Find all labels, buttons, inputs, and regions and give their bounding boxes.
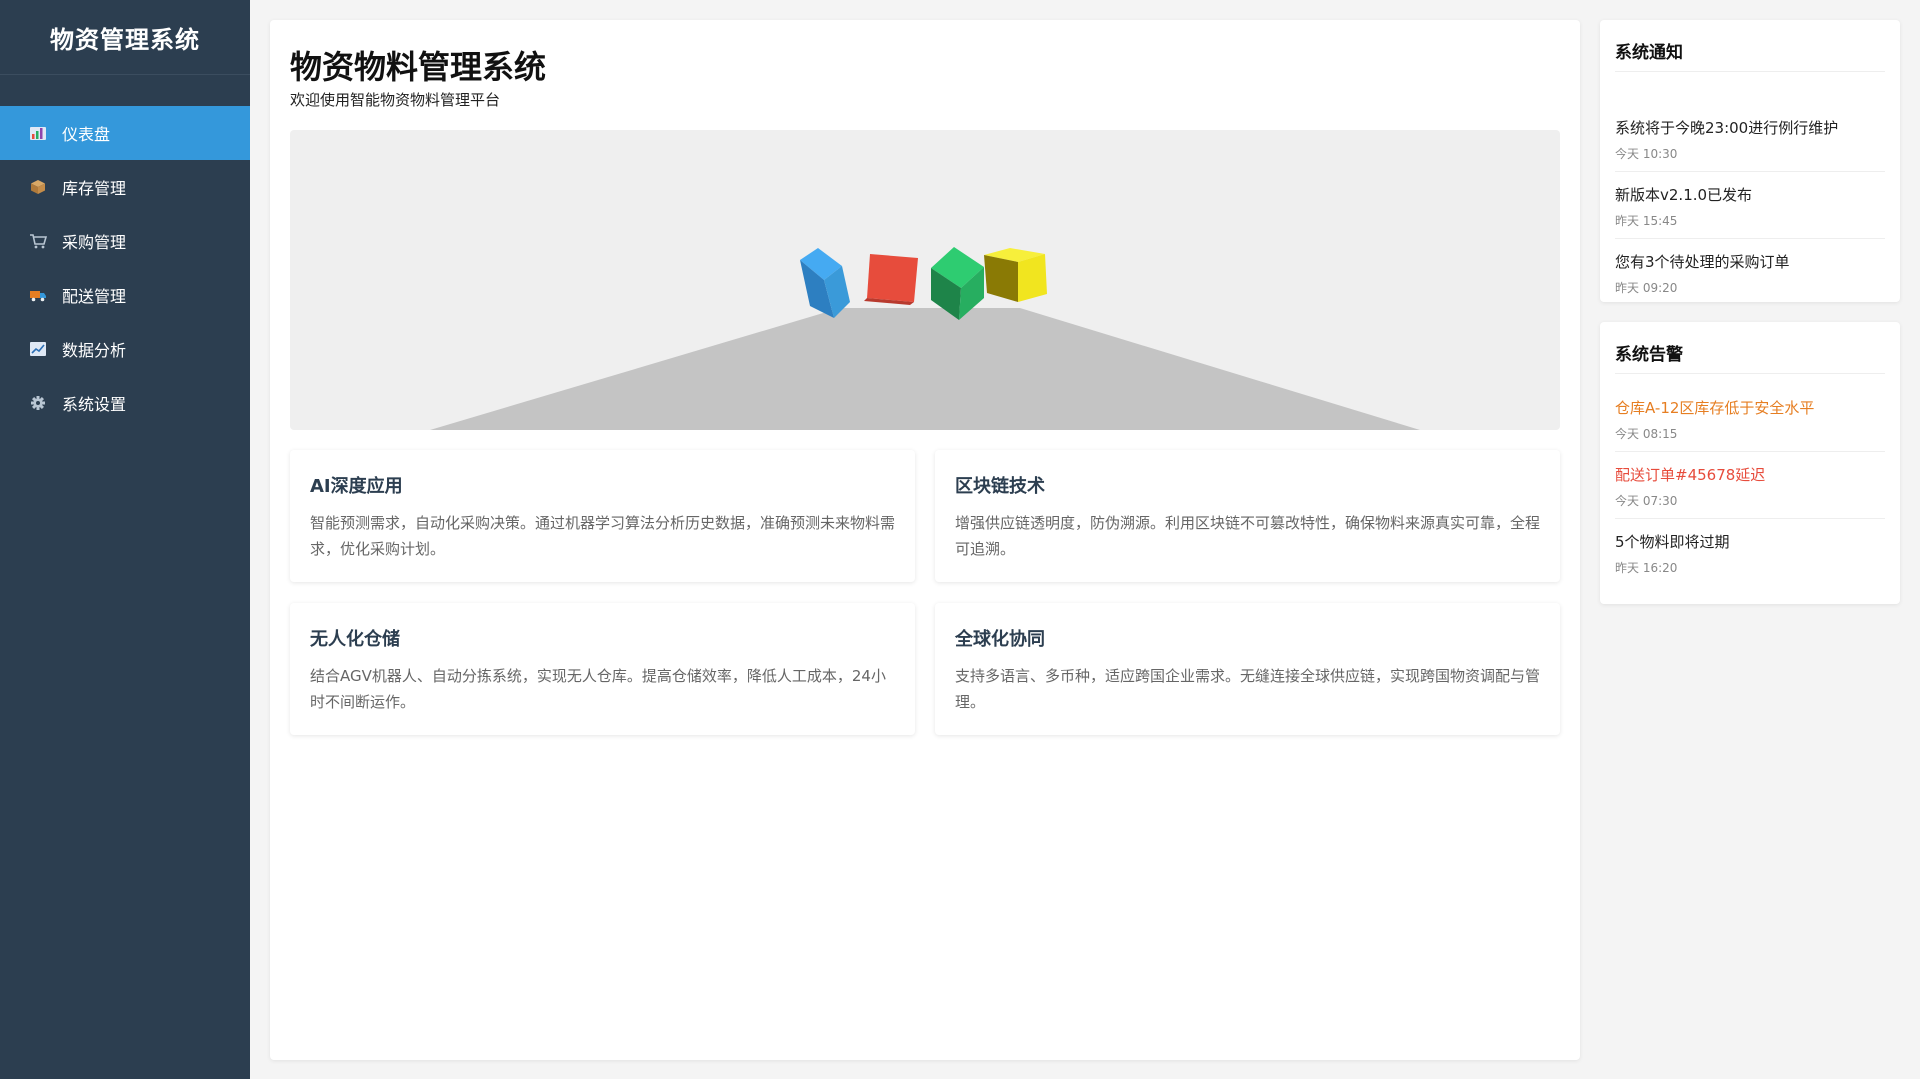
panel-title: 系统通知 <box>1615 43 1683 63</box>
cube-yellow <box>984 248 1047 302</box>
cube-red <box>864 254 918 305</box>
sidebar-item-label: 库存管理 <box>62 179 127 198</box>
alert-time: 昨天 16:20 <box>1615 561 1678 575</box>
sidebar-menu: 仪表盘 库存管理 采购管理 配送管理 数据分析 系统设置 <box>0 106 250 430</box>
alert-text: 5个物料即将过期 <box>1615 533 1730 551</box>
warehouse-3d-illustration <box>430 247 1420 430</box>
warehouse-3d-scene[interactable] <box>290 130 1560 430</box>
feature-description: 增强供应链透明度，防伪溯源。利用区块链不可篡改特性，确保物料来源真实可靠，全程可… <box>955 514 1541 558</box>
divider <box>1615 373 1885 374</box>
feature-card-warehouse: 无人化仓储 结合AGV机器人、自动分拣系统，实现无人仓库。提高仓储效率，降低人工… <box>290 603 915 735</box>
notification-text: 您有3个待处理的采购订单 <box>1615 253 1790 271</box>
feature-title: 无人化仓储 <box>310 629 400 650</box>
cube-blue <box>800 248 850 318</box>
chart-bar-icon <box>29 125 47 141</box>
divider <box>1615 71 1885 72</box>
sidebar-item-analytics[interactable]: 数据分析 <box>0 322 250 376</box>
alerts-panel: 系统告警 仓库A-12区库存低于安全水平 今天 08:15 配送订单#45678… <box>1600 322 1900 604</box>
alert-item[interactable]: 配送订单#45678延迟 今天 07:30 <box>1615 452 1885 519</box>
alert-text: 配送订单#45678延迟 <box>1615 466 1766 484</box>
feature-card-blockchain: 区块链技术 增强供应链透明度，防伪溯源。利用区块链不可篡改特性，确保物料来源真实… <box>935 450 1560 582</box>
notification-time: 昨天 09:20 <box>1615 281 1678 295</box>
alert-time: 今天 07:30 <box>1615 494 1678 508</box>
alert-item[interactable]: 仓库A-12区库存低于安全水平 今天 08:15 <box>1615 385 1885 452</box>
cart-icon <box>29 233 48 249</box>
feature-card-ai: AI深度应用 智能预测需求，自动化采购决策。通过机器学习算法分析历史数据，准确预… <box>290 450 915 582</box>
feature-description: 智能预测需求，自动化采购决策。通过机器学习算法分析历史数据，准确预测未来物料需求… <box>310 514 896 558</box>
alert-time: 今天 08:15 <box>1615 427 1678 441</box>
sidebar-item-delivery[interactable]: 配送管理 <box>0 268 250 322</box>
app-root: 物资管理系统 仪表盘 库存管理 采购管理 配送管理 数据分析 系统设置 物资物料… <box>0 0 1920 1079</box>
sidebar-item-label: 仪表盘 <box>62 125 111 144</box>
sidebar-item-label: 采购管理 <box>62 233 127 252</box>
notification-time: 今天 10:30 <box>1615 147 1678 161</box>
feature-title: 全球化协同 <box>955 629 1045 650</box>
main-card: 物资物料管理系统 欢迎使用智能物资物料管理平台 AI深度应用 智能预测需求，自动… <box>270 20 1580 1060</box>
sidebar-item-inventory[interactable]: 库存管理 <box>0 160 250 214</box>
page-subtitle: 欢迎使用智能物资物料管理平台 <box>290 91 501 109</box>
notification-time: 昨天 15:45 <box>1615 214 1678 228</box>
notification-text: 新版本v2.1.0已发布 <box>1615 186 1753 204</box>
notification-item[interactable]: 您有3个待处理的采购订单 昨天 09:20 <box>1615 239 1885 306</box>
alert-item[interactable]: 5个物料即将过期 昨天 16:20 <box>1615 519 1885 586</box>
chart-line-icon <box>29 341 47 357</box>
gear-icon <box>29 395 47 411</box>
sidebar-item-dashboard[interactable]: 仪表盘 <box>0 106 250 160</box>
page-title: 物资物料管理系统 <box>290 48 547 86</box>
feature-title: 区块链技术 <box>955 476 1045 497</box>
alert-text: 仓库A-12区库存低于安全水平 <box>1615 399 1815 417</box>
package-icon <box>29 179 47 195</box>
floor-plane <box>430 308 1420 430</box>
sidebar-item-label: 系统设置 <box>62 395 127 414</box>
feature-card-global: 全球化协同 支持多语言、多币种，适应跨国企业需求。无缝连接全球供应链，实现跨国物… <box>935 603 1560 735</box>
feature-description: 支持多语言、多币种，适应跨国企业需求。无缝连接全球供应链，实现跨国物资调配与管理… <box>955 667 1541 711</box>
sidebar-item-settings[interactable]: 系统设置 <box>0 376 250 430</box>
sidebar: 物资管理系统 仪表盘 库存管理 采购管理 配送管理 数据分析 系统设置 <box>0 0 250 1079</box>
notification-item[interactable]: 新版本v2.1.0已发布 昨天 15:45 <box>1615 172 1885 239</box>
sidebar-item-label: 配送管理 <box>62 287 127 306</box>
sidebar-item-label: 数据分析 <box>62 341 127 360</box>
notification-item[interactable]: 系统将于今晚23:00进行例行维护 今天 10:30 <box>1615 105 1885 172</box>
truck-icon <box>29 287 47 303</box>
feature-description: 结合AGV机器人、自动分拣系统，实现无人仓库。提高仓储效率，降低人工成本，24小… <box>310 667 886 711</box>
sidebar-title: 物资管理系统 <box>0 0 250 75</box>
feature-title: AI深度应用 <box>310 476 403 497</box>
sidebar-item-purchasing[interactable]: 采购管理 <box>0 214 250 268</box>
notification-text: 系统将于今晚23:00进行例行维护 <box>1615 119 1839 137</box>
notifications-panel: 系统通知 系统将于今晚23:00进行例行维护 今天 10:30 新版本v2.1.… <box>1600 20 1900 302</box>
panel-title: 系统告警 <box>1615 345 1683 365</box>
